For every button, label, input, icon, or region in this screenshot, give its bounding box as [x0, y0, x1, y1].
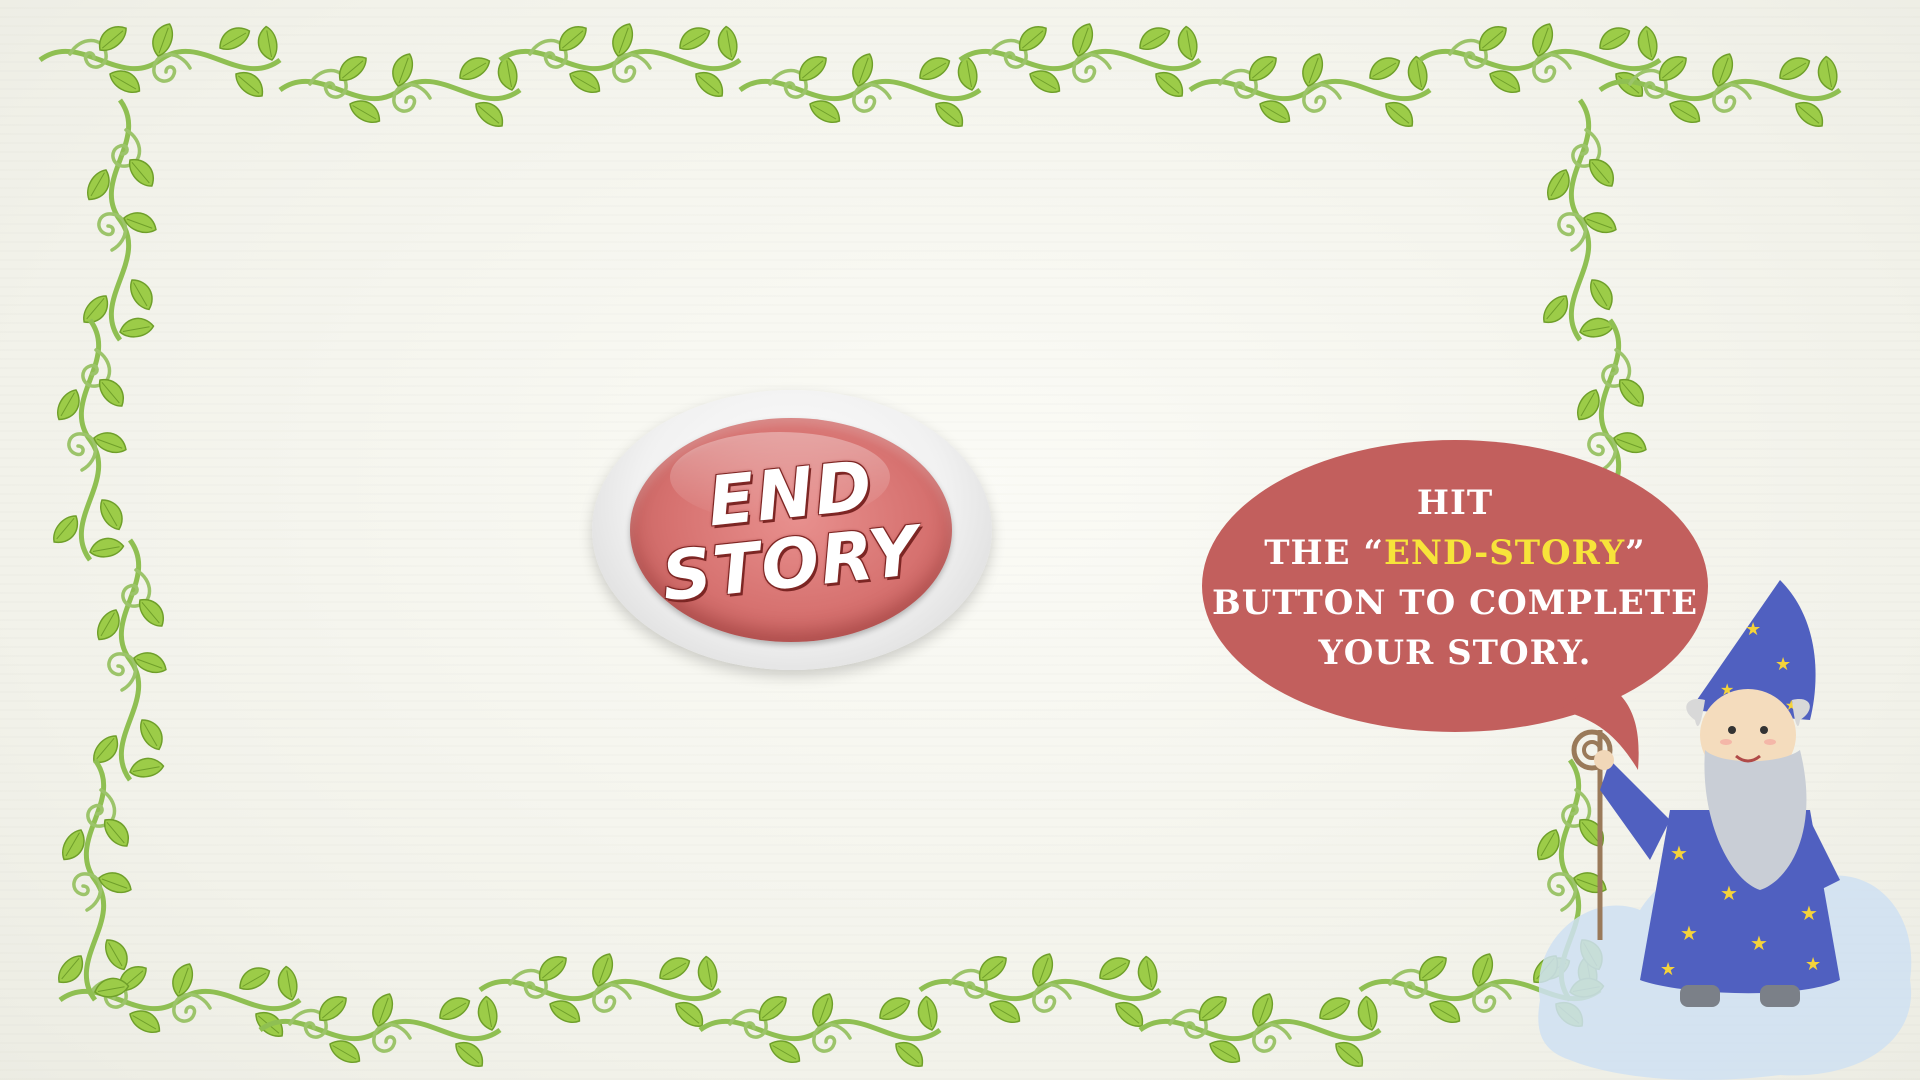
- svg-text:★: ★: [1670, 841, 1688, 865]
- svg-text:★: ★: [1750, 931, 1768, 955]
- svg-text:★: ★: [1745, 619, 1761, 640]
- wizard-icon: ★ ★ ★ ★ ★ ★ ★ ★ ★ ★ ★ ★: [1538, 580, 1912, 1080]
- bubble-line-2-prefix: THE “: [1264, 533, 1384, 573]
- svg-text:★: ★: [1660, 959, 1676, 980]
- svg-text:★: ★: [1775, 654, 1791, 675]
- svg-text:★: ★: [1680, 921, 1698, 945]
- bubble-line-1: HIT: [1416, 483, 1494, 523]
- svg-text:★: ★: [1800, 901, 1818, 925]
- svg-text:★: ★: [1720, 881, 1738, 905]
- svg-text:★: ★: [1805, 954, 1821, 975]
